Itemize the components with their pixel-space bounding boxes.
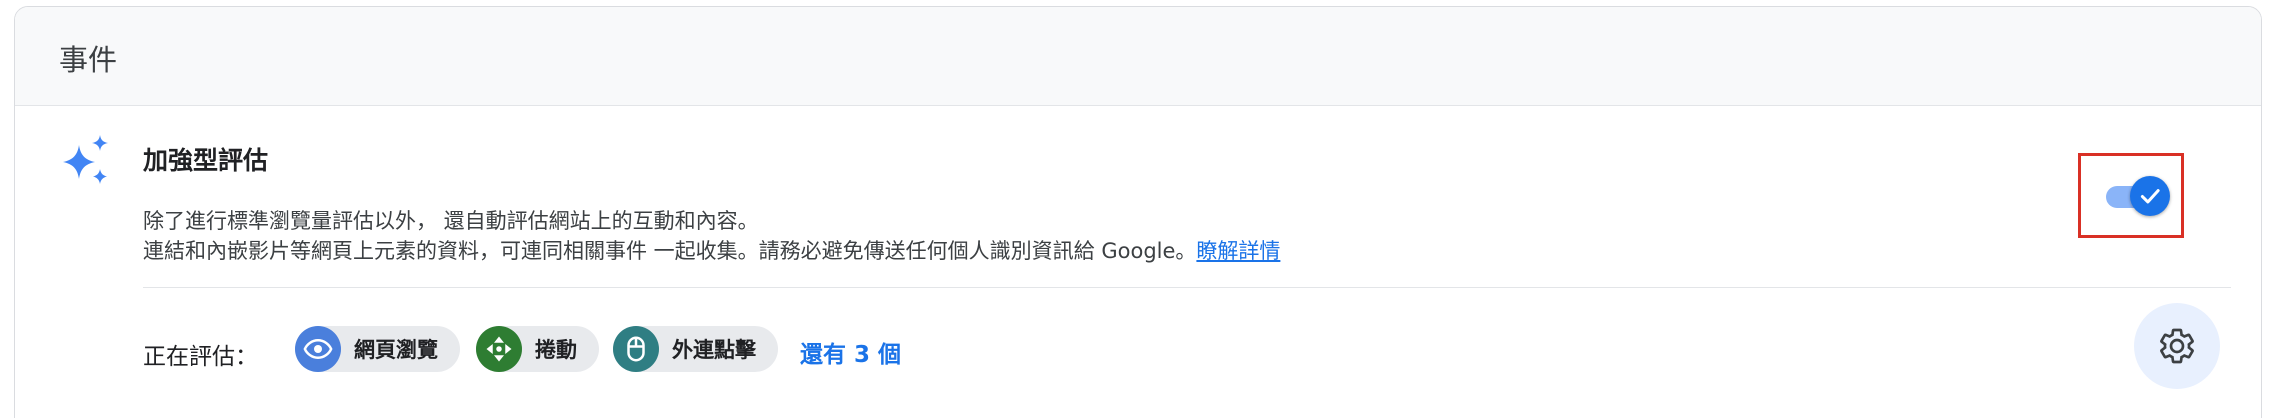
card-header: 事件 <box>15 7 2261 106</box>
enhanced-desc-text: 連結和內嵌影片等網頁上元素的資料，可連同相關事件 一起收集。請務必避免傳送任何個… <box>143 239 1197 263</box>
chip-page-views[interactable]: 網頁瀏覽 <box>295 326 460 372</box>
enhanced-desc-line2: 連結和內嵌影片等網頁上元素的資料，可連同相關事件 一起收集。請務必避免傳送任何個… <box>143 235 1280 265</box>
enhanced-measurement-title: 加強型評估 <box>143 146 269 175</box>
card-title: 事件 <box>59 43 118 77</box>
settings-button[interactable] <box>2134 303 2220 389</box>
chip-label: 捲動 <box>535 338 577 362</box>
eye-icon <box>295 326 341 372</box>
check-icon <box>2140 189 2160 204</box>
mouse-icon <box>613 326 659 372</box>
enhanced-desc-line1: 除了進行標準瀏覽量評估以外， 還自動評估網站上的互動和內容。 <box>143 209 759 233</box>
scroll-icon <box>476 326 522 372</box>
sparkle-icon <box>63 135 108 184</box>
enhanced-measurement-toggle[interactable] <box>2106 176 2172 216</box>
gear-icon <box>2160 328 2194 364</box>
divider <box>143 287 2231 288</box>
toggle-thumb <box>2130 176 2170 216</box>
more-events-link[interactable]: 還有 3 個 <box>800 335 901 369</box>
events-card: 事件 加強型評估 除了進行標準瀏覽量評估以外， 還自動評估網站上的互動和內容。 … <box>14 6 2262 418</box>
evaluating-label: 正在評估： <box>143 344 258 370</box>
chip-outbound-clicks[interactable]: 外連點擊 <box>613 326 778 372</box>
chip-label: 外連點擊 <box>672 338 756 362</box>
learn-more-link[interactable]: 瞭解詳情 <box>1196 239 1280 263</box>
chip-label: 網頁瀏覽 <box>354 338 438 362</box>
chip-scrolls[interactable]: 捲動 <box>476 326 599 372</box>
